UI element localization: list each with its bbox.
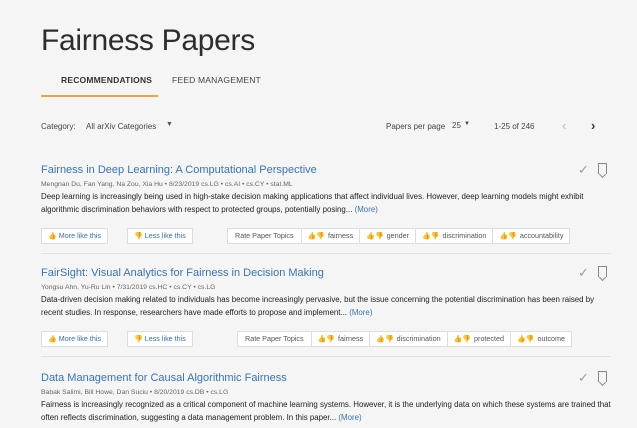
- bookmark-icon[interactable]: [598, 163, 607, 174]
- more-like-label: More like this: [58, 231, 102, 240]
- category-label: Category:: [41, 122, 76, 131]
- thumbs-down-icon[interactable]: 👎: [508, 233, 517, 240]
- paper-title[interactable]: Fairness in Deep Learning: A Computation…: [41, 164, 317, 176]
- paper-title[interactable]: FairSight: Visual Analytics for Fairness…: [41, 267, 324, 279]
- tab-feed-management[interactable]: FEED MANAGEMENT: [172, 75, 261, 85]
- topic-chip: 👍👎 discrimination: [370, 332, 448, 346]
- bookmark-icon[interactable]: [598, 266, 607, 277]
- tab-bar: RECOMMENDATIONS FEED MANAGEMENT: [41, 67, 637, 97]
- per-page-select[interactable]: 25: [452, 121, 461, 130]
- thumbs-up-icon: 👍: [48, 233, 57, 240]
- less-like-label: Less like this: [144, 334, 186, 343]
- topic-chip: 👍👎 protected: [448, 332, 512, 346]
- thumbs-up-icon[interactable]: 👍: [517, 336, 526, 343]
- thumbs-down-icon: 👎: [134, 233, 143, 240]
- paper-meta: Babak Salimi, Bill Howe, Dan Suciu • 8/2…: [41, 389, 229, 396]
- topic-label: accountability: [519, 231, 564, 240]
- topic-chip: 👍👎 fairness: [302, 229, 361, 243]
- thumbs-down-icon: 👎: [134, 336, 143, 343]
- page-title: Fairness Papers: [41, 24, 255, 57]
- thumbs-down-icon[interactable]: 👎: [431, 233, 440, 240]
- chevron-down-icon[interactable]: ▼: [464, 121, 470, 127]
- list-toolbar: Category: All arXiv Categories ▼ Papers …: [41, 118, 611, 136]
- active-tab-indicator: [41, 95, 158, 97]
- check-icon[interactable]: ✓: [578, 162, 589, 178]
- topic-label: gender: [386, 231, 410, 240]
- thumbs-up-icon[interactable]: 👍: [376, 336, 385, 343]
- topic-chip: 👍👎 accountability: [493, 229, 569, 243]
- thumbs-down-icon[interactable]: 👎: [316, 233, 325, 240]
- paper-abstract: Deep learning is increasingly being used…: [41, 191, 616, 216]
- thumbs-down-icon[interactable]: 👎: [375, 233, 384, 240]
- divider: [41, 253, 611, 254]
- topic-rating-group: Rate Paper Topics 👍👎 fairness 👍👎 gender 👍👎…: [227, 228, 571, 244]
- more-like-this-button[interactable]: 👍 More like this: [41, 228, 109, 244]
- rate-topics-label: Rate Paper Topics: [228, 229, 302, 243]
- check-icon[interactable]: ✓: [578, 370, 589, 386]
- chevron-right-icon[interactable]: ›: [591, 118, 595, 133]
- topic-label: outcome: [537, 334, 566, 343]
- paper-title[interactable]: Data Management for Causal Algorithmic F…: [41, 372, 287, 384]
- less-like-this-button[interactable]: 👎 Less like this: [127, 228, 193, 244]
- topic-chip: 👍👎 outcome: [511, 332, 571, 346]
- thumbs-up-icon[interactable]: 👍: [499, 233, 508, 240]
- abstract-text: Fairness is increasingly recognized as a…: [41, 400, 611, 422]
- more-like-label: More like this: [58, 334, 102, 343]
- topic-label: protected: [474, 334, 505, 343]
- less-like-this-button[interactable]: 👎 Less like this: [127, 331, 193, 347]
- topic-label: fairness: [338, 334, 364, 343]
- topic-label: discrimination: [396, 334, 441, 343]
- topic-chip: 👍👎 fairness: [312, 332, 371, 346]
- thumbs-down-icon[interactable]: 👎: [326, 336, 335, 343]
- check-icon[interactable]: ✓: [578, 265, 589, 281]
- thumbs-up-icon[interactable]: 👍: [366, 233, 375, 240]
- topic-label: fairness: [328, 231, 354, 240]
- paper-actions: 👍 More like this 👎 Less like this Rate Pap…: [41, 228, 611, 244]
- per-page-label: Papers per page: [386, 122, 446, 131]
- category-select[interactable]: All arXiv Categories: [86, 122, 156, 131]
- abstract-text: Deep learning is increasingly being used…: [41, 192, 584, 214]
- thumbs-up-icon: 👍: [48, 336, 57, 343]
- topic-chip: 👍👎 gender: [360, 229, 417, 243]
- more-like-this-button[interactable]: 👍 More like this: [41, 331, 109, 347]
- thumbs-down-icon[interactable]: 👎: [462, 336, 471, 343]
- thumbs-up-icon[interactable]: 👍: [422, 233, 431, 240]
- chevron-left-icon[interactable]: ‹: [562, 118, 566, 133]
- paper-actions: 👍 More like this 👎 Less like this Rate Pap…: [41, 331, 611, 347]
- abstract-text: Data-driven decision making related to i…: [41, 295, 595, 317]
- chevron-down-icon[interactable]: ▼: [166, 121, 173, 128]
- more-link[interactable]: (More): [355, 205, 378, 214]
- rate-topics-label: Rate Paper Topics: [238, 332, 312, 346]
- paper-meta: Mengnan Du, Fan Yang, Na Zou, Xia Hu • 8…: [41, 181, 293, 188]
- thumbs-down-icon[interactable]: 👎: [385, 336, 394, 343]
- thumbs-down-icon[interactable]: 👎: [526, 336, 535, 343]
- pagination-range: 1-25 of 246: [494, 122, 535, 131]
- paper-meta: Yongsu Ahn, Yu-Ru Lin • 7/31/2019 cs.HC …: [41, 284, 216, 291]
- more-link[interactable]: (More): [338, 413, 361, 422]
- more-link[interactable]: (More): [349, 308, 372, 317]
- topic-chip: 👍👎 discrimination: [416, 229, 494, 243]
- divider: [41, 356, 611, 357]
- topic-label: discrimination: [442, 231, 487, 240]
- paper-abstract: Data-driven decision making related to i…: [41, 294, 616, 319]
- bookmark-icon[interactable]: [598, 371, 607, 382]
- less-like-label: Less like this: [144, 231, 186, 240]
- topic-rating-group: Rate Paper Topics 👍👎 fairness 👍👎 discrimin…: [237, 331, 573, 347]
- tab-recommendations[interactable]: RECOMMENDATIONS: [61, 75, 152, 85]
- paper-abstract: Fairness is increasingly recognized as a…: [41, 399, 616, 424]
